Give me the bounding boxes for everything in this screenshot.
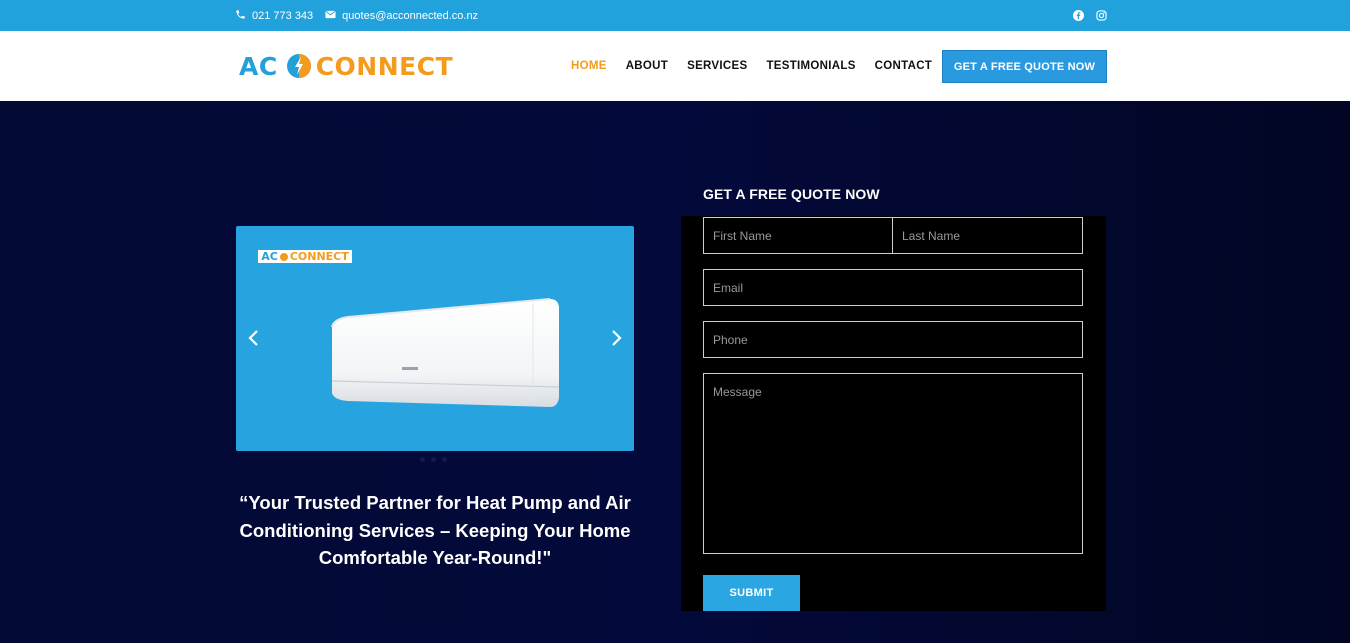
logo-ac-text: AC — [239, 51, 278, 81]
slider-pagination — [420, 457, 447, 462]
email-link[interactable]: quotes@acconnected.co.nz — [325, 10, 478, 22]
site-logo[interactable]: AC CONNECT — [239, 51, 453, 81]
email-address: quotes@acconnected.co.nz — [342, 9, 479, 22]
get-quote-button[interactable]: GET A FREE QUOTE NOW — [942, 50, 1107, 83]
logo-connect-text: CONNECT — [315, 51, 454, 81]
chevron-right-icon — [612, 330, 622, 346]
slider-prev-button[interactable] — [246, 329, 262, 347]
logo-mark-icon — [286, 54, 311, 78]
submit-button[interactable]: SUBMIT — [703, 575, 800, 611]
hero-tagline: “Your Trusted Partner for Heat Pump and … — [239, 492, 631, 568]
main-nav: HOME ABOUT SERVICES TESTIMONIALS CONTACT — [571, 31, 932, 101]
top-bar: 021 773 343 quotes@acconnected.co.nz — [0, 0, 1350, 31]
slide-logo-ac: AC — [261, 250, 278, 263]
slider-dot[interactable] — [431, 457, 436, 462]
nav-about[interactable]: ABOUT — [626, 60, 668, 72]
phone-number: 021 773 343 — [252, 9, 314, 22]
instagram-icon[interactable] — [1096, 10, 1107, 21]
slide-logo: AC CONNECT — [258, 250, 352, 263]
mail-icon — [325, 10, 336, 22]
nav-services[interactable]: SERVICES — [687, 60, 747, 72]
last-name-field[interactable]: Last Name — [892, 217, 1083, 254]
facebook-icon[interactable] — [1073, 10, 1084, 21]
air-conditioner-image — [331, 298, 560, 407]
phone-field[interactable]: Phone — [703, 321, 1083, 358]
slider-dot[interactable] — [442, 457, 447, 462]
contact-info: 021 773 343 quotes@acconnected.co.nz — [235, 0, 478, 31]
nav-home[interactable]: HOME — [571, 60, 607, 72]
slide-logo-mark-icon — [279, 252, 288, 261]
email-field[interactable]: Email — [703, 269, 1083, 306]
slider-next-button[interactable] — [608, 329, 624, 347]
form-title: GET A FREE QUOTE NOW — [703, 186, 880, 202]
chevron-left-icon — [248, 330, 258, 346]
slide-logo-connect: CONNECT — [289, 250, 349, 263]
social-links — [1073, 0, 1107, 31]
phone-link[interactable]: 021 773 343 — [235, 9, 313, 23]
nav-contact[interactable]: CONTACT — [875, 60, 932, 72]
nav-testimonials[interactable]: TESTIMONIALS — [766, 60, 855, 72]
first-name-field[interactable]: First Name — [703, 217, 893, 254]
site-header: AC CONNECT HOME ABOUT SERVICES TESTIMONI… — [0, 31, 1350, 101]
message-field[interactable]: Message — [703, 373, 1083, 554]
slider-dot[interactable] — [420, 457, 425, 462]
image-slider[interactable]: AC CONNECT — [236, 226, 634, 451]
phone-icon — [235, 9, 246, 23]
hero-section — [0, 101, 1350, 643]
